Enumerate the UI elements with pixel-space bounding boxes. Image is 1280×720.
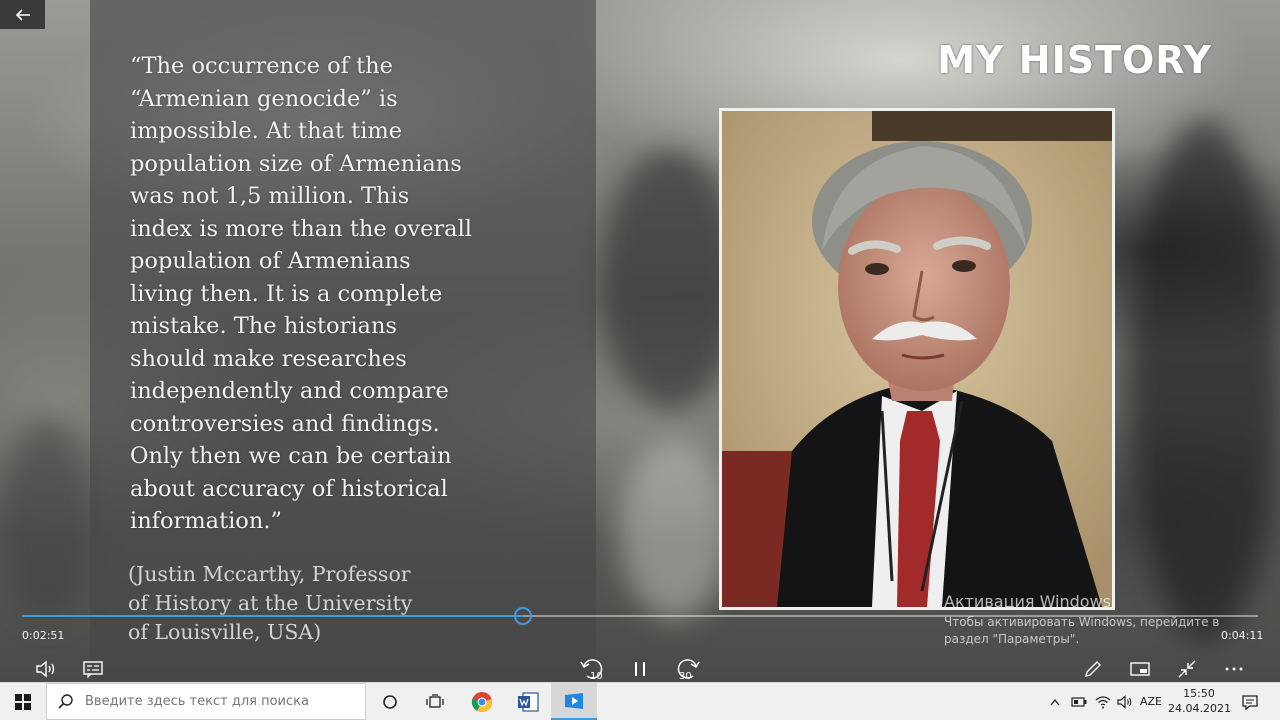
watermark-title: Активация Windows xyxy=(944,592,1111,611)
pencil-icon xyxy=(1085,661,1101,677)
chrome-icon xyxy=(471,691,492,712)
picture-in-picture-icon xyxy=(1130,662,1150,676)
show-hidden-icons-button[interactable] xyxy=(1045,683,1065,720)
task-view-icon xyxy=(426,693,444,708)
background-shape xyxy=(0,420,95,620)
background-shape xyxy=(1130,120,1280,640)
exit-fullscreen-button[interactable] xyxy=(1172,655,1202,682)
more-dots-icon xyxy=(1225,667,1243,671)
movies-tv-icon xyxy=(565,692,583,709)
clock-date: 24.04.2021 xyxy=(1168,702,1231,715)
back-button[interactable] xyxy=(0,0,45,29)
quote-attribution: (Justin Mccarthy, Professor of History a… xyxy=(128,562,413,644)
seek-progress xyxy=(22,615,523,617)
taskbar-app-chrome[interactable] xyxy=(459,683,505,720)
captions-icon xyxy=(83,661,103,678)
portrait-illustration xyxy=(722,111,1112,607)
more-options-button[interactable] xyxy=(1219,655,1249,682)
skip-back-icon: 10 xyxy=(580,659,603,682)
taskbar-app-word[interactable] xyxy=(505,683,551,720)
notification-icon xyxy=(1242,694,1258,710)
taskbar-app-movies-tv[interactable] xyxy=(551,683,597,720)
taskbar-search-input[interactable] xyxy=(83,693,357,710)
portrait-photo xyxy=(719,108,1115,610)
quote-text: “The occurrence of the “Armenian genocid… xyxy=(130,53,472,534)
video-player[interactable]: “The occurrence of the “Armenian genocid… xyxy=(0,0,1280,682)
battery-indicator[interactable] xyxy=(1068,683,1090,720)
input-language-indicator[interactable]: AZE xyxy=(1136,683,1166,720)
exit-fullscreen-icon xyxy=(1178,660,1196,678)
action-center-button[interactable] xyxy=(1232,683,1268,720)
skip-forward-label: 30 xyxy=(679,671,692,682)
chevron-up-icon xyxy=(1050,698,1060,705)
speaker-icon xyxy=(36,660,55,678)
total-duration: 0:04:11 xyxy=(1221,629,1264,642)
network-indicator[interactable] xyxy=(1092,683,1114,720)
elapsed-time: 0:02:51 xyxy=(22,629,65,642)
start-button[interactable] xyxy=(0,683,46,720)
slide-title: MY HISTORY xyxy=(937,38,1212,82)
volume-indicator[interactable] xyxy=(1114,683,1136,720)
word-icon xyxy=(518,691,539,712)
cortana-circle-icon xyxy=(383,694,397,709)
speaker-icon xyxy=(1117,694,1132,709)
windows-logo-icon xyxy=(15,693,31,710)
search-icon xyxy=(58,693,73,709)
edit-button[interactable] xyxy=(1078,655,1108,682)
skip-back-button[interactable]: 10 xyxy=(578,655,608,682)
watermark-subtitle: Чтобы активировать Windows, перейдите в … xyxy=(944,615,1220,646)
taskbar-clock[interactable]: 15:50 24.04.2021 xyxy=(1168,686,1231,716)
volume-button[interactable] xyxy=(31,655,61,682)
battery-icon xyxy=(1071,696,1087,707)
taskbar-search-box[interactable] xyxy=(46,683,366,720)
background-shape xyxy=(620,440,730,620)
skip-back-label: 10 xyxy=(590,671,603,682)
skip-forward-button[interactable]: 30 xyxy=(672,655,702,682)
seek-thumb[interactable] xyxy=(513,607,532,625)
pause-button[interactable] xyxy=(625,655,655,682)
subtitles-button[interactable] xyxy=(78,655,108,682)
windows-activation-watermark: Активация Windows Чтобы активировать Win… xyxy=(944,592,1234,648)
cortana-button[interactable] xyxy=(367,683,413,720)
wifi-icon xyxy=(1095,695,1111,708)
mini-view-button[interactable] xyxy=(1125,655,1155,682)
arrow-left-icon xyxy=(15,8,30,21)
seek-bar[interactable] xyxy=(22,607,1258,625)
taskbar: AZE 15:50 24.04.2021 xyxy=(0,682,1280,720)
task-view-button[interactable] xyxy=(412,683,458,720)
pause-icon xyxy=(635,662,645,676)
clock-time: 15:50 xyxy=(1183,687,1215,700)
skip-forward-icon: 30 xyxy=(677,659,700,682)
